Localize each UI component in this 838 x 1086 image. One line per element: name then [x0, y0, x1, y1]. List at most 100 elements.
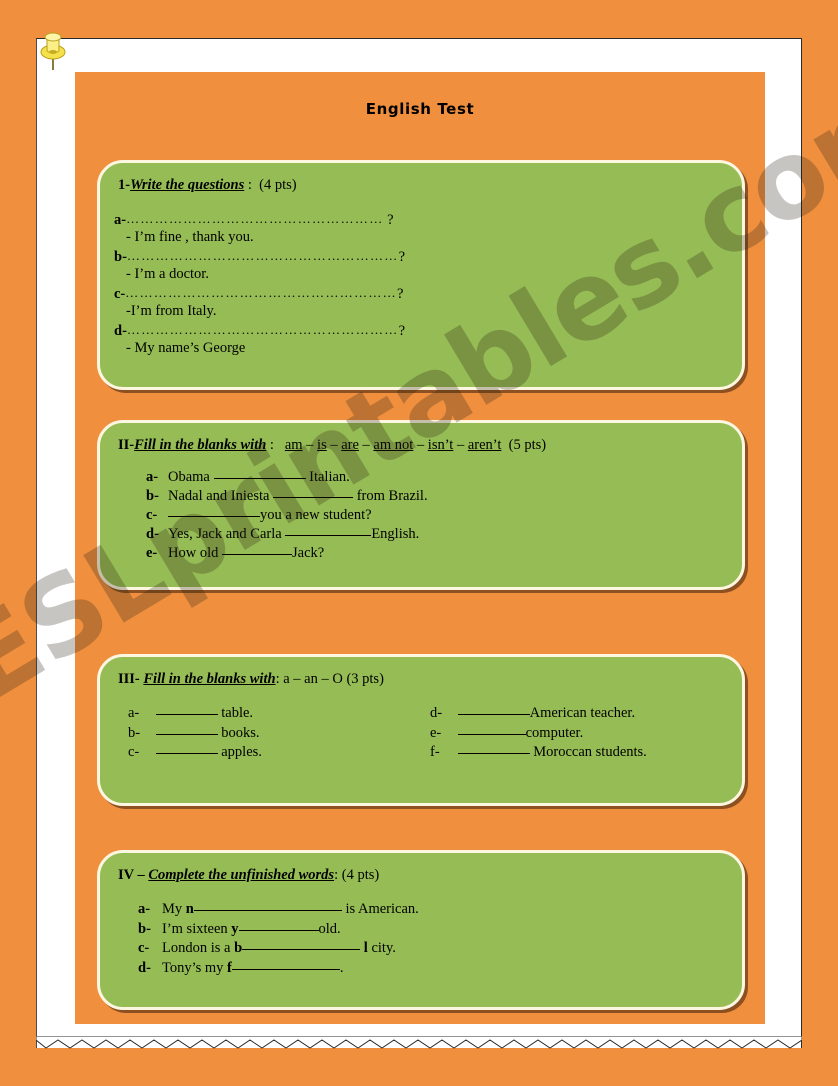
option-sep: – [413, 437, 428, 453]
question-dots[interactable]: ………………………………………………… [127, 322, 399, 337]
item-text-before: How old [168, 544, 219, 561]
word-seed-letter: b [234, 940, 243, 957]
word-row: d- Tony’s my f. [138, 959, 742, 978]
option-arent: aren’t [467, 437, 502, 453]
exercise-box-3: III- Fill in the blanks with: a – an – O… [97, 654, 745, 806]
question-label: c- [114, 286, 126, 303]
answer-blank[interactable] [457, 733, 526, 735]
worksheet-panel: English Test 1-Write the questions : (4 … [75, 72, 765, 1024]
option-am: am [284, 437, 303, 453]
answer-line: -I’m from Italy. [126, 302, 217, 319]
exercise-4-instruction: Complete the unfinished words [148, 867, 335, 883]
blank-row: a- Obama Italian. [146, 468, 742, 487]
item-text-before: Yes, Jack and Carla [168, 525, 282, 542]
blank-row: e- computer. [430, 724, 647, 743]
item-label: b- [138, 920, 151, 937]
question-mark: ? [387, 212, 394, 229]
item-label: c- [128, 744, 140, 761]
item-text-after: . [339, 959, 344, 976]
torn-paper-edge [36, 1036, 802, 1049]
question-label: b- [114, 249, 127, 266]
answer-blank[interactable] [155, 714, 218, 716]
item-label: e- [146, 544, 158, 561]
question-dots[interactable]: ………………………………………………… [125, 285, 397, 300]
exercise-4-heading: IV – Complete the unfinished words: (4 p… [100, 853, 742, 884]
item-label: e- [430, 724, 442, 741]
item-text-after: old. [318, 920, 341, 937]
answer-line: - My name’s George [126, 339, 246, 356]
exercise-1-separator: : [247, 177, 252, 193]
word-seed-letter: f [227, 959, 232, 976]
exercise-2-items: a- Obama Italian. b- Nadal and Iniesta fro… [100, 454, 742, 562]
exercise-4-points: (4 pts) [341, 867, 380, 883]
answer-blank[interactable] [221, 553, 292, 555]
exercise-4-separator: : [334, 867, 339, 883]
pushpin-icon [40, 32, 66, 70]
answer-line: - I’m a doctor. [126, 265, 209, 282]
answer-blank[interactable] [285, 534, 372, 536]
exercise-box-1: 1-Write the questions : (4 pts) a-………………… [97, 160, 745, 390]
item-label: d- [146, 525, 159, 542]
answer-blank[interactable] [238, 929, 319, 931]
exercise-3-options: a – an – O [283, 671, 343, 687]
answer-blank[interactable] [155, 733, 218, 735]
blank-row: b- books. [128, 724, 262, 743]
item-text-after: apples. [221, 744, 262, 761]
answer-blank[interactable] [193, 910, 342, 912]
item-label: c- [146, 507, 158, 524]
answer-blank[interactable] [168, 516, 260, 518]
item-text-after: from Brazil. [356, 488, 428, 505]
question-mark: ? [398, 249, 406, 266]
exercise-2-instruction: Fill in the blanks with [134, 437, 267, 453]
item-text-after: computer. [525, 724, 584, 741]
question-line: c-…………………………………………………? [114, 286, 742, 302]
exercise-1-questions: a-……………………………………………… ? - I’m fine , than… [100, 194, 742, 355]
item-text-before: Tony’s my [162, 959, 224, 976]
item-text-after: Moroccan students. [533, 744, 647, 761]
item-text-after: books. [221, 724, 260, 741]
blank-row: f- Moroccan students. [430, 743, 647, 762]
blank-row: c- apples. [128, 743, 262, 762]
option-is: is [317, 437, 327, 453]
exercise-3-items: a- table. b- books. c- apples. d- Americ… [100, 688, 742, 760]
item-label: a- [128, 705, 140, 722]
item-label: b- [128, 724, 141, 741]
answer-blank[interactable] [231, 968, 340, 970]
item-text-before: Nadal and Iniesta [168, 488, 270, 505]
exercise-3-left-column: a- table. b- books. c- apples. [128, 704, 262, 762]
item-text-after: is American. [345, 901, 419, 918]
item-text-before: Obama [168, 469, 210, 486]
item-label: d- [430, 705, 443, 722]
option-sep: – [453, 437, 468, 453]
question-mark: ? [398, 323, 406, 340]
exercise-2-points: (5 pts) [508, 437, 547, 453]
option-sep: – [326, 437, 342, 453]
exercise-2-heading: II-Fill in the blanks with : am – is – a… [100, 423, 742, 454]
option-am-not: am not [373, 437, 414, 453]
answer-blank[interactable] [155, 753, 218, 755]
question-label: a- [114, 212, 127, 229]
exercise-3-instruction: Fill in the blanks with [143, 671, 276, 687]
answer-blank[interactable] [457, 714, 530, 716]
answer-blank[interactable] [273, 497, 354, 499]
exercise-1-heading: 1-Write the questions : (4 pts) [100, 163, 742, 194]
item-label: a- [138, 901, 151, 918]
exercise-box-2: II-Fill in the blanks with : am – is – a… [97, 420, 745, 590]
item-label: d- [138, 959, 151, 976]
exercise-1-number: 1- [118, 177, 131, 193]
exercise-3-number: III- [118, 671, 140, 687]
word-row: b- I’m sixteen y old. [138, 920, 742, 939]
answer-blank[interactable] [457, 753, 530, 755]
blank-row: c-you a new student? [146, 506, 742, 525]
question-dots[interactable]: ………………………………………………… [127, 248, 399, 263]
blank-row: e- How old Jack? [146, 544, 742, 563]
answer-blank[interactable] [213, 478, 306, 480]
answer-blank[interactable] [242, 949, 361, 951]
blank-row: d- Yes, Jack and Carla English. [146, 525, 742, 544]
exercise-2-separator: : [269, 437, 274, 453]
question-dots[interactable]: ……………………………………………… [126, 211, 383, 226]
question-line: a-……………………………………………… ? [114, 212, 742, 228]
answer-line: - I’m fine , thank you. [126, 228, 254, 245]
exercise-1-points: (4 pts) [259, 177, 297, 193]
question-line: b-…………………………………………………? [114, 249, 742, 265]
